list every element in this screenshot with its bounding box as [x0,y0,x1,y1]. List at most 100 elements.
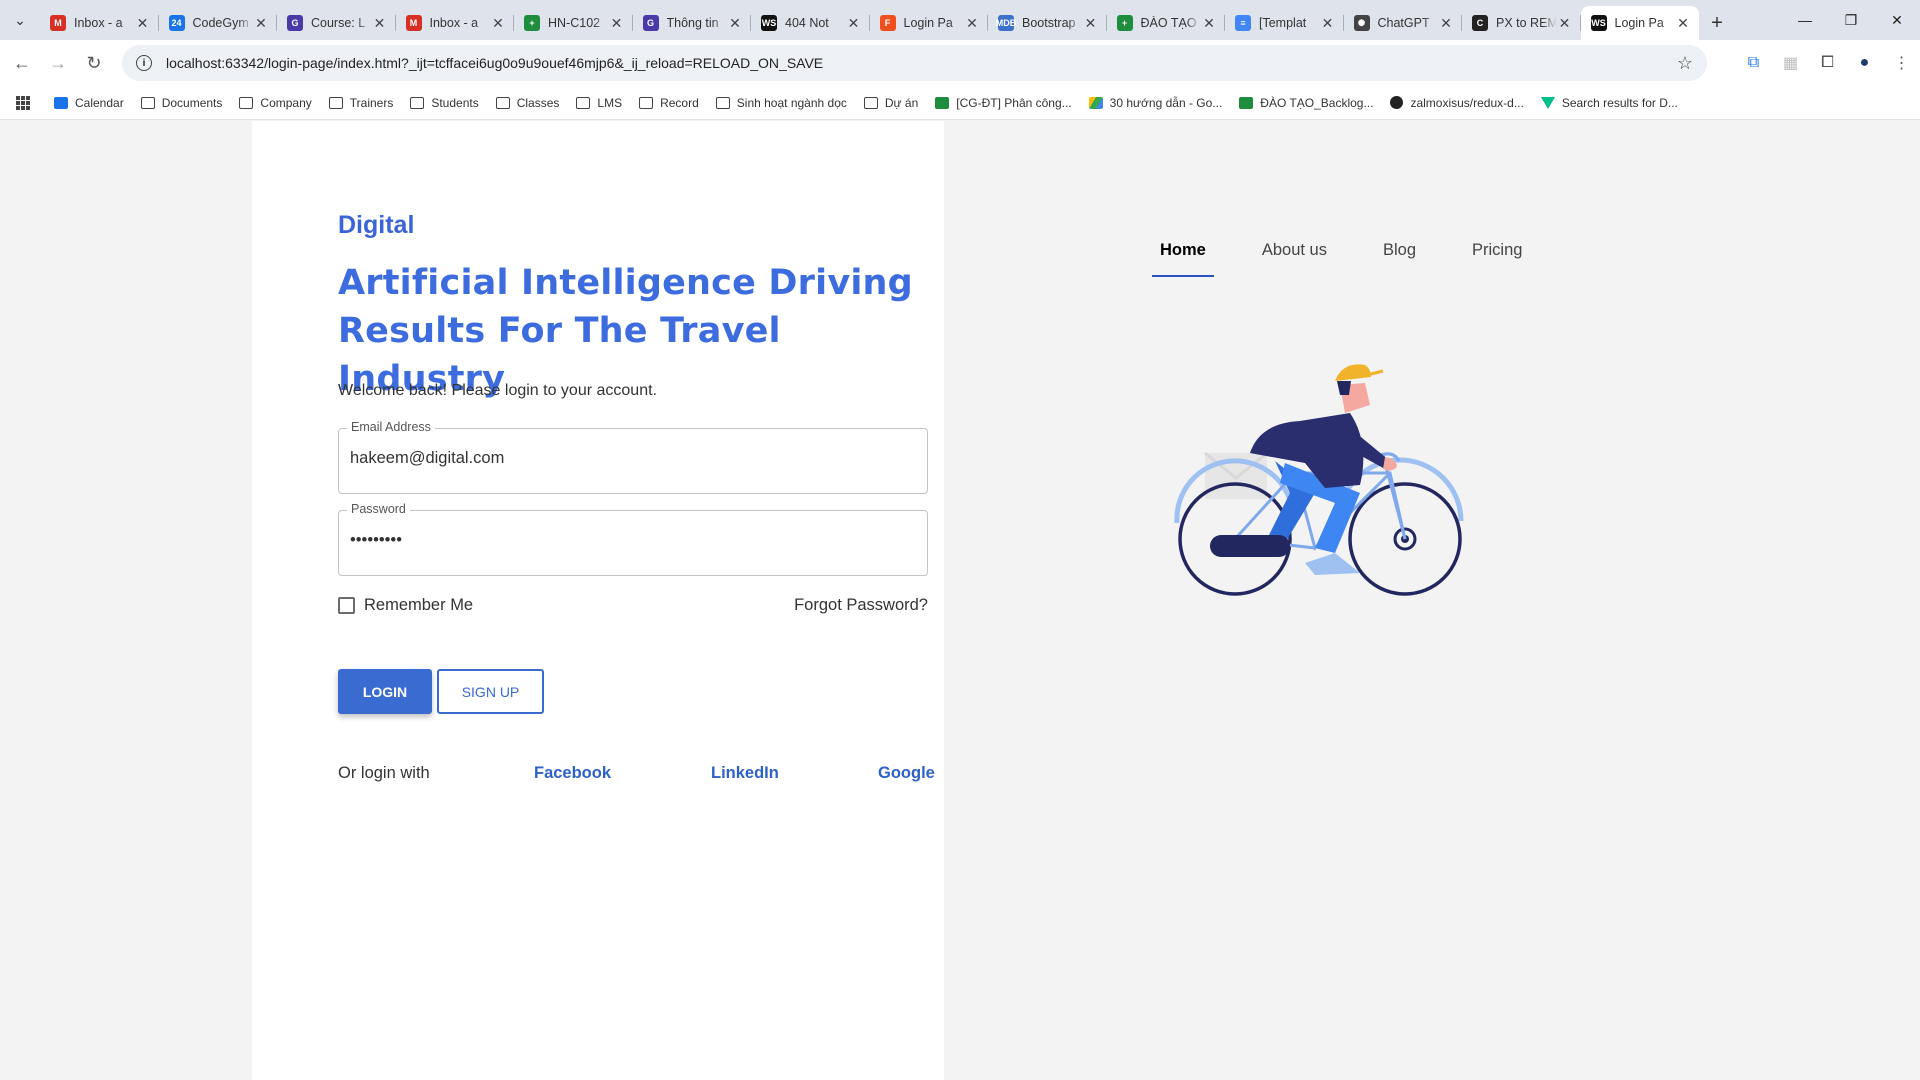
nav-about-us[interactable]: About us [1254,241,1335,277]
tab-close-icon[interactable]: ✕ [135,15,151,32]
restore-icon[interactable]: ❐ [1828,0,1874,40]
tab-title[interactable]: Course: L [311,16,372,30]
tab-close-icon[interactable]: ✕ [490,15,506,32]
tab-title[interactable]: Inbox - a [430,16,491,30]
login-button[interactable]: LOGIN [338,669,432,714]
bookmark-item[interactable]: 30 hướng dẫn - Go... [1088,96,1223,110]
browser-tab[interactable]: WS Login Pa ✕ [1580,6,1699,40]
bookmark-label[interactable]: Documents [162,96,223,110]
browser-tab[interactable]: G Course: L ✕ [277,6,396,40]
tab-title[interactable]: PX to REM [1496,16,1557,30]
nav-blog[interactable]: Blog [1375,241,1424,277]
reload-icon[interactable]: ↻ [76,45,112,81]
linkedin-link[interactable]: LinkedIn [711,764,779,783]
tab-close-icon[interactable]: ✕ [727,15,743,32]
tab-close-icon[interactable]: ✕ [1438,15,1454,32]
apps-grid-icon[interactable] [16,95,30,110]
bookmark-item[interactable]: Students [410,96,479,110]
bookmark-label[interactable]: Trainers [350,96,394,110]
remember-checkbox[interactable] [338,597,355,614]
tab-close-icon[interactable]: ✕ [1320,15,1336,32]
bookmark-label[interactable]: Company [260,96,311,110]
bookmark-item[interactable]: Search results for D... [1540,96,1678,110]
bookmark-label[interactable]: zalmoxisus/redux-d... [1410,96,1523,110]
tab-close-icon[interactable]: ✕ [609,15,625,32]
tab-title[interactable]: Thông tin [667,16,728,30]
bookmark-item[interactable]: Classes [495,96,560,110]
tab-close-icon[interactable]: ✕ [1675,15,1691,32]
remember-label[interactable]: Remember Me [364,596,473,615]
tab-title[interactable]: ChatGPT [1378,16,1439,30]
menu-kebab-icon[interactable]: ⋮ [1883,45,1920,81]
tab-title[interactable]: 404 Not [785,16,846,30]
bookmark-item[interactable]: Dự án [863,96,918,110]
browser-tab[interactable]: G Thông tin ✕ [633,6,752,40]
browser-tab[interactable]: F Login Pa ✕ [870,6,989,40]
extension-placeholder-icon[interactable]: ▦ [1772,45,1809,81]
bookmark-item[interactable]: LMS [576,96,622,110]
tab-title[interactable]: CodeGym [193,16,254,30]
remember-me[interactable]: Remember Me [338,596,473,615]
google-link[interactable]: Google [878,764,935,783]
bookmark-item[interactable]: Calendar [54,96,124,110]
bookmark-item[interactable]: Trainers [328,96,394,110]
tab-close-icon[interactable]: ✕ [1557,15,1573,32]
bookmark-item[interactable]: Company [239,96,312,110]
bookmark-item[interactable]: zalmoxisus/redux-d... [1390,96,1524,110]
browser-tab[interactable]: M Inbox - a ✕ [396,6,515,40]
browser-tab[interactable]: + HN-C102 ✕ [514,6,633,40]
close-window-icon[interactable]: ✕ [1874,0,1920,40]
forward-icon[interactable]: → [40,45,76,81]
tab-close-icon[interactable]: ✕ [253,15,269,32]
bookmark-item[interactable]: Record [639,96,699,110]
browser-tab[interactable]: M Inbox - a ✕ [40,6,159,40]
tab-title[interactable]: HN-C102 [548,16,609,30]
browser-tab[interactable]: C PX to REM ✕ [1462,6,1581,40]
nav-pricing[interactable]: Pricing [1464,241,1530,277]
tab-close-icon[interactable]: ✕ [846,15,862,32]
password-field[interactable]: Password [338,502,928,576]
tab-title[interactable]: Bootstrap [1022,16,1083,30]
bookmark-label[interactable]: Sinh hoạt ngành dọc [737,96,847,110]
forgot-password-link[interactable]: Forgot Password? [794,596,928,615]
translate-icon[interactable]: ⧉ [1735,45,1772,81]
email-field[interactable]: Email Address [338,420,928,494]
bookmark-label[interactable]: Dự án [885,96,918,110]
browser-tab[interactable]: 24 CodeGym ✕ [159,6,278,40]
signup-button[interactable]: SIGN UP [437,669,544,714]
new-tab-button[interactable]: + [1699,6,1735,40]
profile-avatar-icon[interactable]: ● [1846,45,1883,81]
tab-close-icon[interactable]: ✕ [1201,15,1217,32]
bookmark-label[interactable]: Record [660,96,699,110]
bookmark-label[interactable]: Search results for D... [1562,96,1678,110]
browser-tab[interactable]: ≡ [Templat ✕ [1225,6,1344,40]
bookmark-item[interactable]: Sinh hoạt ngành dọc [715,96,847,110]
bookmark-item[interactable]: [CG-ĐT] Phân công... [935,96,1072,110]
extensions-puzzle-icon[interactable]: ⧠ [1809,45,1846,81]
bookmark-label[interactable]: ĐÀO TẠO_Backlog... [1260,96,1373,110]
browser-tab[interactable]: ✺ ChatGPT ✕ [1344,6,1463,40]
browser-tab[interactable]: MDB Bootstrap ✕ [988,6,1107,40]
minimize-icon[interactable]: — [1782,0,1828,40]
email-input[interactable] [350,449,915,468]
tab-title[interactable]: Login Pa [1615,16,1676,30]
bookmark-label[interactable]: Classes [517,96,560,110]
tab-close-icon[interactable]: ✕ [964,15,980,32]
url-text[interactable]: localhost:63342/login-page/index.html?_i… [166,55,823,71]
bookmark-label[interactable]: [CG-ĐT] Phân công... [956,96,1071,110]
bookmark-item[interactable]: Documents [140,96,223,110]
bookmark-label[interactable]: Calendar [75,96,124,110]
tab-title[interactable]: ĐÀO TẠO [1141,16,1202,30]
tab-search-chevron-icon[interactable]: ⌄ [0,0,40,40]
tab-close-icon[interactable]: ✕ [1083,15,1099,32]
tab-close-icon[interactable]: ✕ [372,15,388,32]
bookmark-label[interactable]: 30 hướng dẫn - Go... [1110,96,1223,110]
facebook-link[interactable]: Facebook [534,764,611,783]
address-bar[interactable]: i localhost:63342/login-page/index.html?… [122,45,1707,81]
bookmark-item[interactable]: ĐÀO TẠO_Backlog... [1239,96,1373,110]
tab-title[interactable]: Login Pa [904,16,965,30]
bookmark-label[interactable]: LMS [597,96,622,110]
bookmark-label[interactable]: Students [431,96,478,110]
tab-title[interactable]: [Templat [1259,16,1320,30]
tab-title[interactable]: Inbox - a [74,16,135,30]
